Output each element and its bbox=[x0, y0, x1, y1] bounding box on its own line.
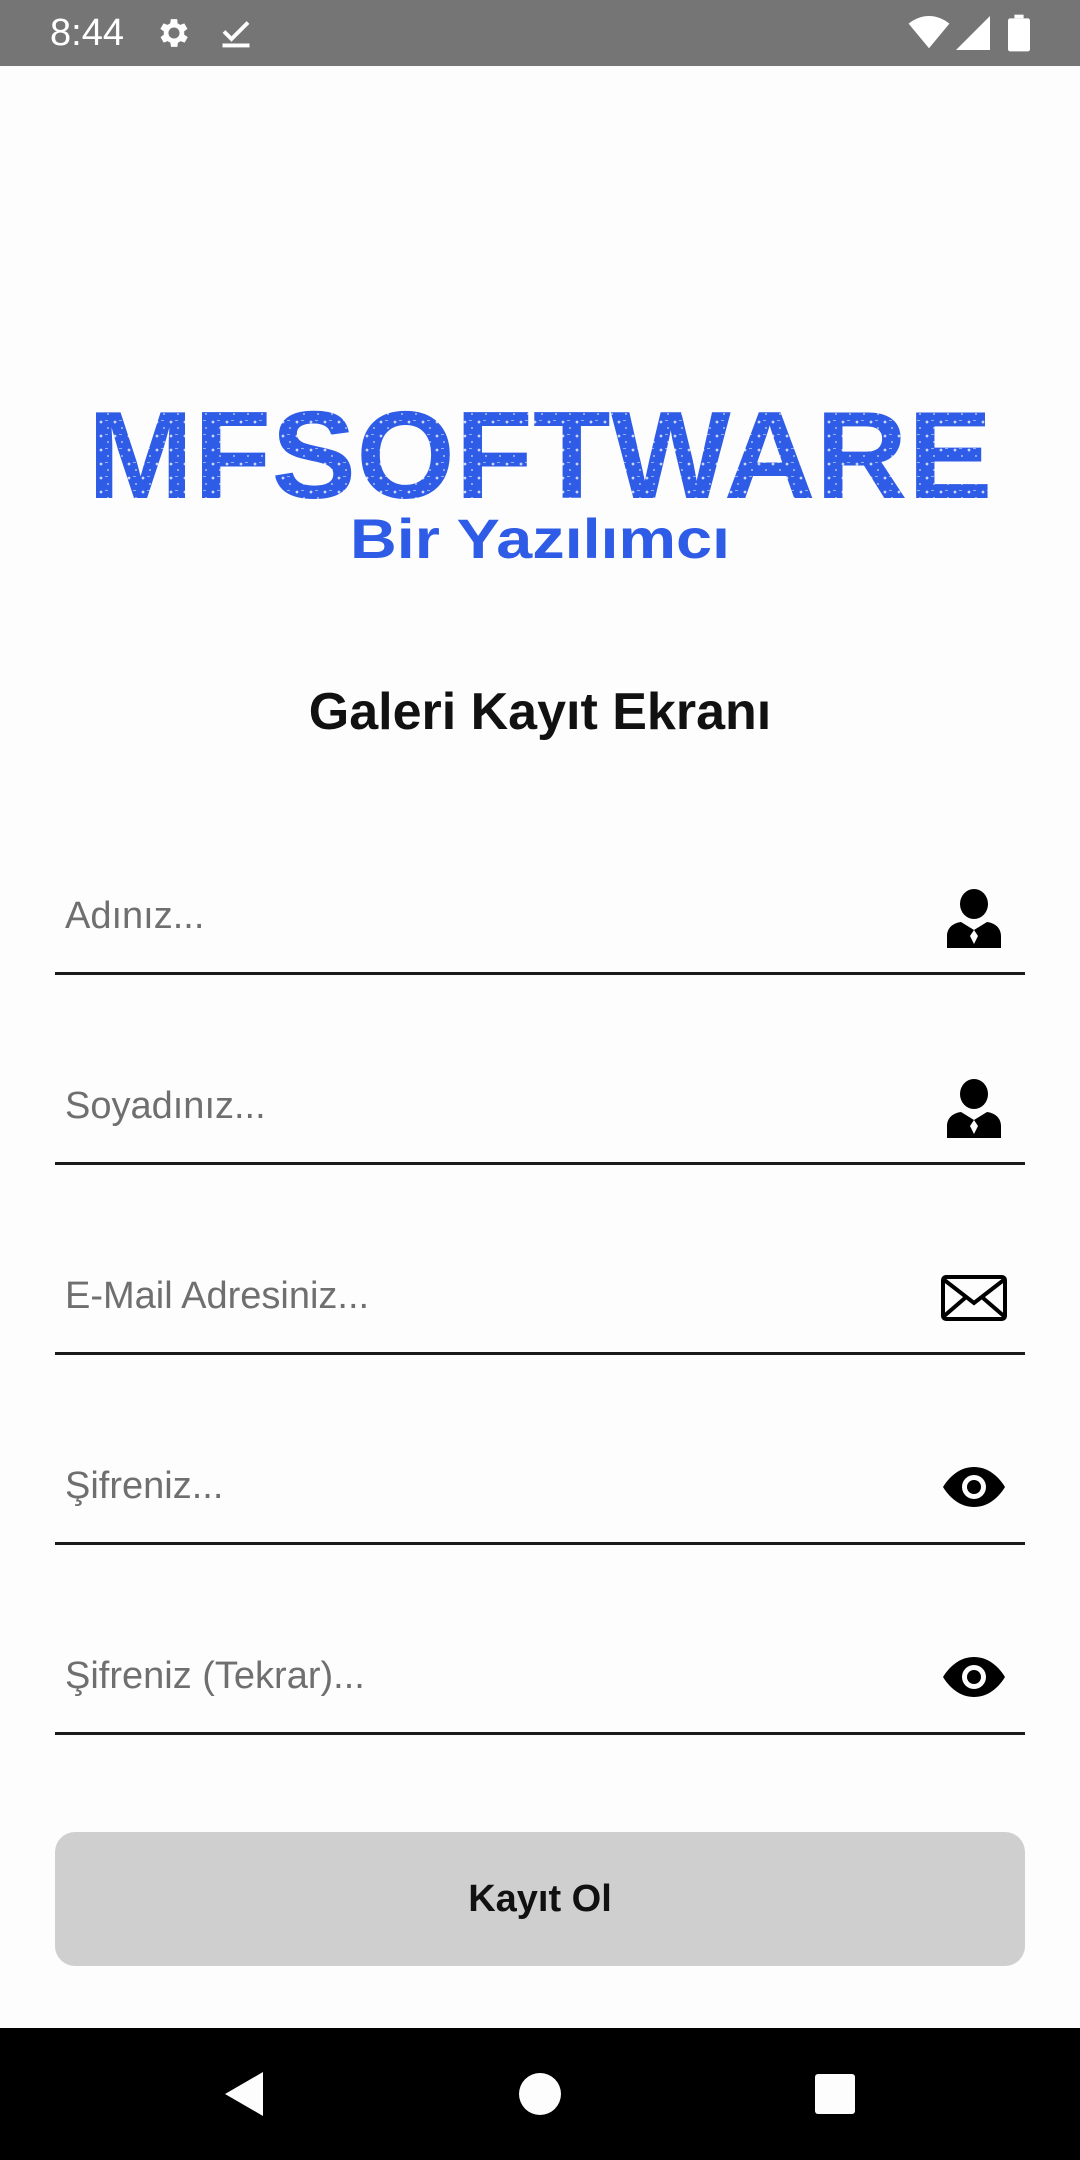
signal-icon bbox=[956, 16, 990, 50]
navigation-bar bbox=[0, 2028, 1080, 2160]
password-input[interactable] bbox=[65, 1450, 895, 1522]
password-repeat-field bbox=[55, 1622, 1025, 1735]
settings-icon bbox=[160, 19, 188, 47]
password-repeat-input[interactable] bbox=[65, 1640, 895, 1712]
first-name-field bbox=[55, 862, 1025, 975]
logo-tagline: Bir Yazılımcı bbox=[350, 507, 730, 570]
email-input[interactable] bbox=[65, 1260, 895, 1332]
eye-icon[interactable] bbox=[941, 1644, 1007, 1710]
download-done-icon bbox=[222, 21, 250, 48]
battery-icon bbox=[1008, 14, 1030, 52]
wifi-icon bbox=[908, 16, 950, 49]
mail-icon bbox=[941, 1275, 1007, 1321]
eye-icon[interactable] bbox=[941, 1454, 1007, 1520]
page-title: Galeri Kayıt Ekranı bbox=[308, 683, 772, 741]
last-name-input[interactable] bbox=[65, 1070, 895, 1142]
recents-icon[interactable] bbox=[805, 2064, 865, 2124]
last-name-field bbox=[55, 1052, 1025, 1165]
email-field bbox=[55, 1242, 1025, 1355]
status-time: 8:44 bbox=[50, 12, 124, 54]
logo-brand: MFSOFTWARE bbox=[88, 390, 993, 525]
home-icon[interactable] bbox=[510, 2064, 570, 2124]
register-button[interactable]: Kayıt Ol bbox=[55, 1832, 1025, 1966]
person-icon bbox=[947, 889, 1001, 948]
password-field bbox=[55, 1432, 1025, 1545]
mfsoftware-logo: MFSOFTWARE Bir Yazılımcı bbox=[88, 390, 993, 570]
person-icon bbox=[947, 1079, 1001, 1138]
status-bar: 8:44 bbox=[0, 0, 1080, 66]
back-icon[interactable] bbox=[215, 2064, 275, 2124]
first-name-input[interactable] bbox=[65, 880, 895, 952]
